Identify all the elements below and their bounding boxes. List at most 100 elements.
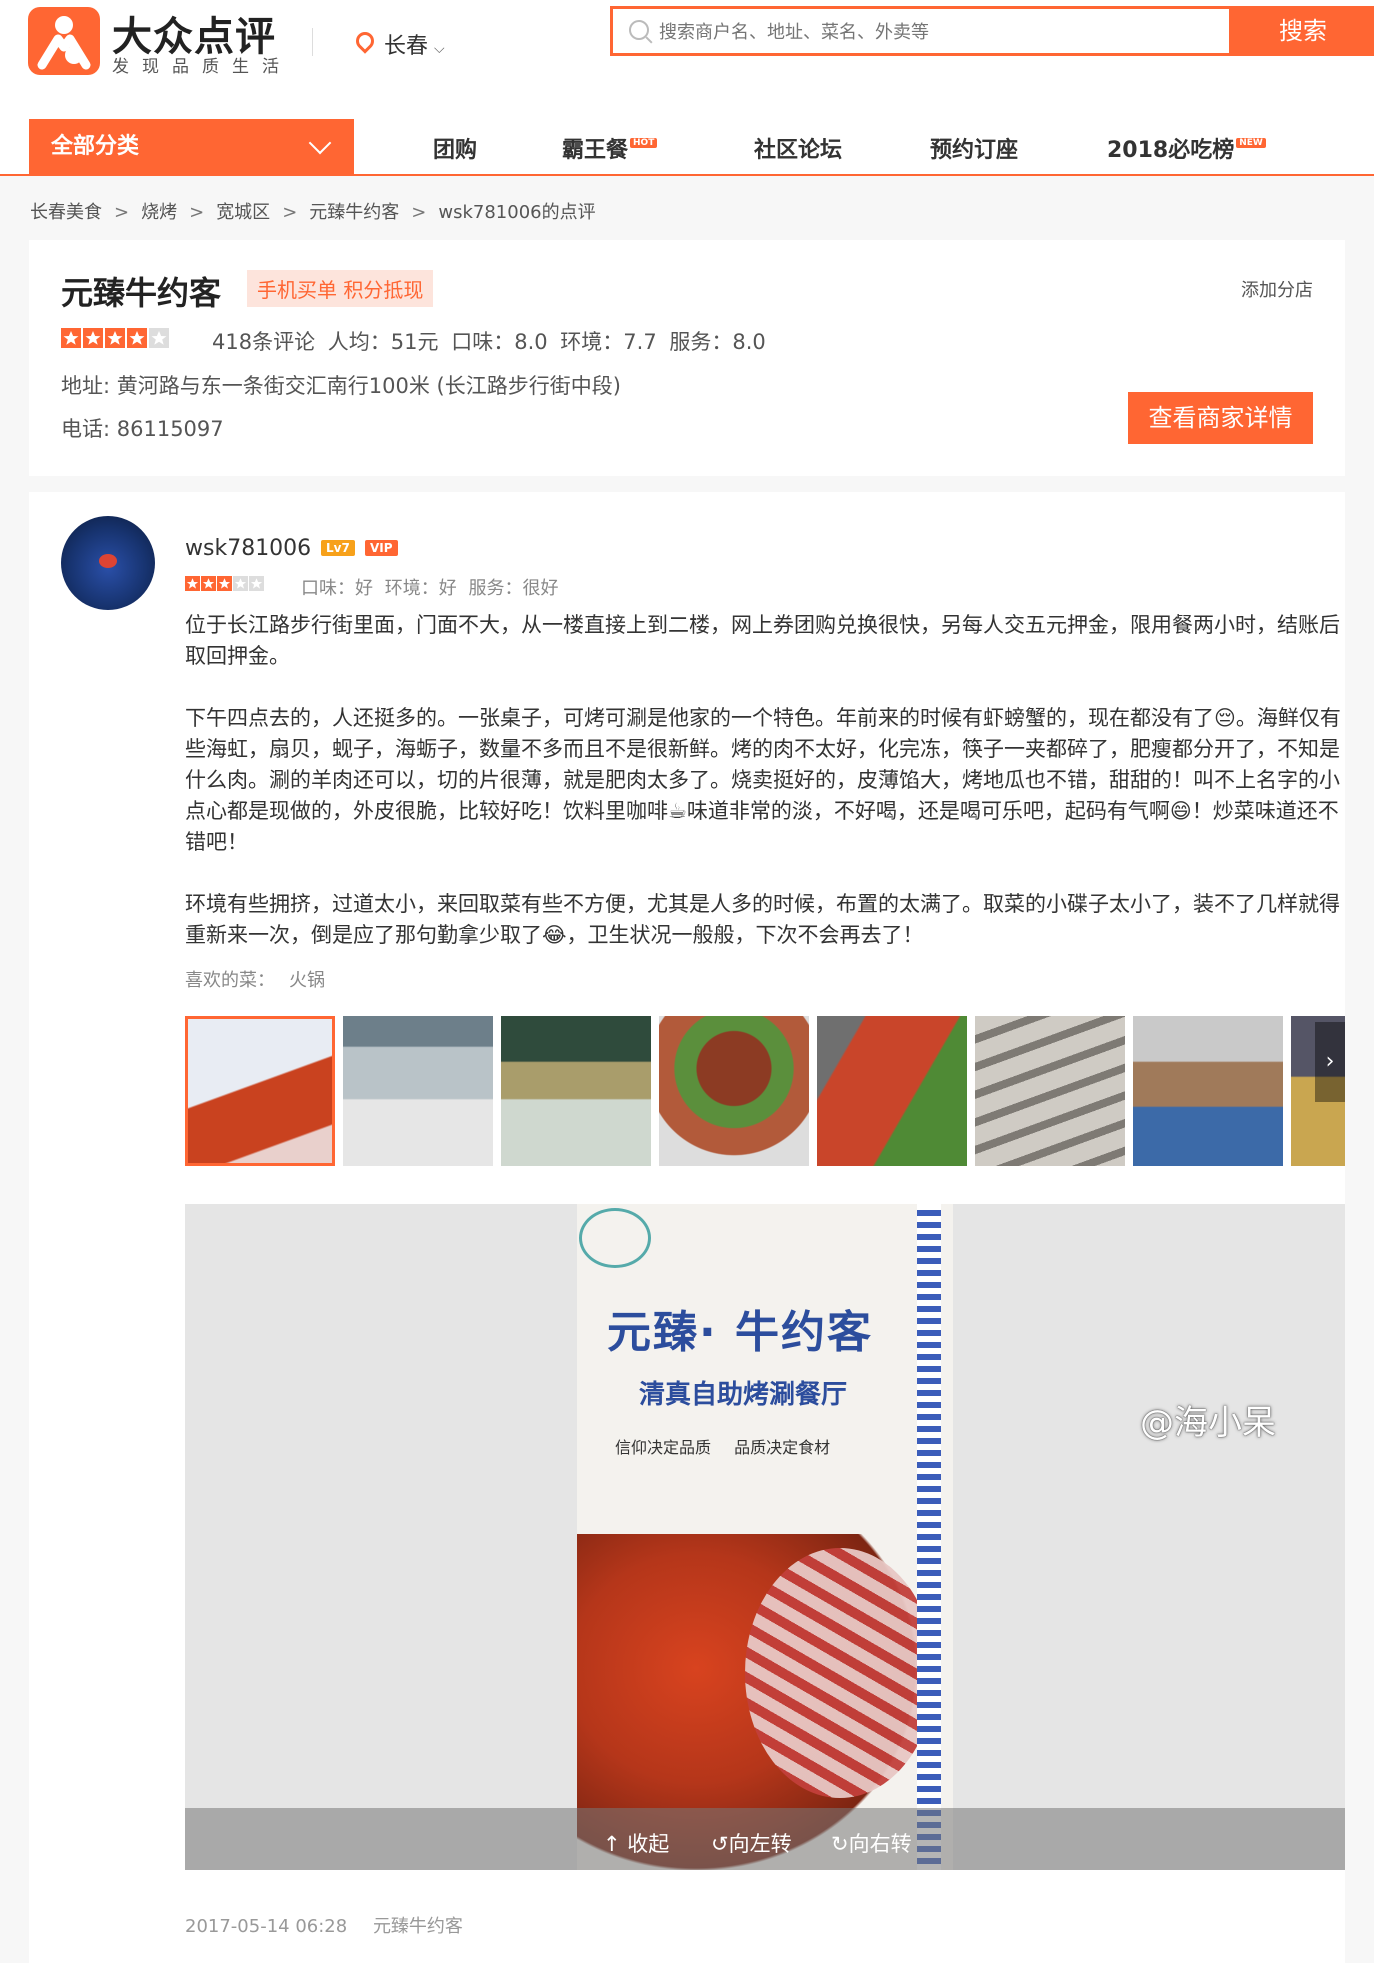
photo-thumbnails xyxy=(185,1016,1345,1166)
star-filled-icon xyxy=(217,576,232,591)
nav-label: 团购 xyxy=(433,138,478,163)
collapse-button[interactable]: ↑ 收起 xyxy=(603,1828,669,1858)
shop-name[interactable]: 元臻牛约客 xyxy=(61,268,221,314)
main-nav: 全部分类 团购 霸王餐 HOT 社区论坛 预约订座 2018必吃榜 NEW xyxy=(0,118,1374,176)
chevron-right-icon[interactable]: › xyxy=(1315,1022,1345,1102)
review-date: 2017-05-14 06:28 xyxy=(185,1916,348,1937)
liked-dishes: 喜欢的菜： 火锅 xyxy=(185,966,325,992)
star-filled-icon xyxy=(201,576,216,591)
shop-promo-tag: 手机买单 积分抵现 xyxy=(247,270,434,307)
search-icon xyxy=(629,20,649,40)
rotate-left-icon: ↺ xyxy=(711,1832,729,1856)
rotate-right-label: 向右转 xyxy=(848,1832,912,1856)
breadcrumb-link[interactable]: 宽城区 xyxy=(216,202,270,223)
nav-label: 霸王餐 xyxy=(562,138,629,163)
shop-phone: 电话: 86115097 xyxy=(61,417,224,441)
rotate-left-button[interactable]: ↺向左转 xyxy=(711,1828,792,1858)
vip-badge: VIP xyxy=(365,540,398,556)
poster-title: 元臻· 牛约客 xyxy=(607,1307,874,1358)
liked-dish[interactable]: 火锅 xyxy=(289,970,325,991)
chevron-down-icon: ⌵ xyxy=(434,41,445,57)
nav-label: 预约订座 xyxy=(930,138,1019,163)
view-shop-details-button[interactable]: 查看商家详情 xyxy=(1128,392,1313,444)
nav-item-forum[interactable]: 社区论坛 xyxy=(754,132,842,164)
breadcrumb-current: wsk781006的点评 xyxy=(438,202,596,223)
decorative-border xyxy=(917,1204,941,1870)
avatar[interactable] xyxy=(61,516,155,610)
thumbnail-photo[interactable] xyxy=(817,1016,967,1166)
breadcrumb-separator: > xyxy=(411,202,427,223)
restaurant-logo-icon xyxy=(579,1208,651,1268)
env-score: 环境：7.7 xyxy=(560,330,657,354)
poster-subtitle: 清真自助烤涮餐厅 xyxy=(639,1380,848,1410)
reviewer-name[interactable]: wsk781006 xyxy=(185,536,311,561)
logo-icon[interactable] xyxy=(28,7,100,75)
thumbnail-photo[interactable] xyxy=(343,1016,493,1166)
nav-label: 2018必吃榜 xyxy=(1107,138,1235,163)
review-text: 位于长江路步行街里面，门面不大，从一楼直接上到二楼，网上券团购兑换很快，另每人交… xyxy=(185,610,1345,982)
search-box xyxy=(610,6,1232,56)
thumbnail-photo[interactable] xyxy=(185,1016,335,1166)
breadcrumb-link[interactable]: 长春美食 xyxy=(30,202,102,223)
breadcrumb-link[interactable]: 烧烤 xyxy=(141,202,177,223)
photo-image: 元臻· 牛约客 清真自助烤涮餐厅 信仰决定品质 品质决定食材 xyxy=(577,1204,953,1870)
star-filled-icon xyxy=(105,328,125,348)
avg-price: 人均：51元 xyxy=(327,330,439,354)
review-paragraph: 下午四点去的，人还挺多的。一张桌子，可烤可涮是他家的一个特色。年前来的时候有虾螃… xyxy=(185,706,1341,854)
review-meta: 2017-05-14 06:28 元臻牛约客 xyxy=(185,1912,483,1938)
review-shop-link[interactable]: 元臻牛约客 xyxy=(373,1916,463,1937)
star-filled-icon xyxy=(127,328,147,348)
breadcrumb-separator: > xyxy=(189,202,205,223)
nav-item-must-eat-2018[interactable]: 2018必吃榜 NEW xyxy=(1107,132,1266,164)
breadcrumb-link[interactable]: 元臻牛约客 xyxy=(309,202,399,223)
review-count[interactable]: 418条评论 xyxy=(212,330,315,354)
all-categories-label: 全部分类 xyxy=(51,134,140,159)
city-selector[interactable]: 长春 ⌵ xyxy=(352,28,445,60)
taste-score: 口味：8.0 xyxy=(451,330,548,354)
search-button[interactable]: 搜索 xyxy=(1232,6,1374,56)
review-paragraph: 位于长江路步行街里面，门面不大，从一楼直接上到二楼，网上券团购兑换很快，另每人交… xyxy=(185,613,1340,668)
shop-address: 地址: 黄河路与东一条街交汇南行100米 (长江路步行街中段) xyxy=(61,374,621,398)
thumbnail-photo[interactable] xyxy=(1133,1016,1283,1166)
thumbnail-photo[interactable] xyxy=(501,1016,651,1166)
divider xyxy=(312,28,313,56)
review-paragraph: 环境有些拥挤，过道太小，来回取菜有些不方便，尤其是人多的时候，布置的太满了。取菜… xyxy=(185,892,1340,947)
level-badge: Lv7 xyxy=(321,540,355,556)
review-card: wsk781006 Lv7 VIP 口味：好 环境：好 服务：很好 位于长江路步… xyxy=(29,492,1345,1963)
location-pin-icon xyxy=(352,28,378,54)
star-empty-icon xyxy=(249,576,264,591)
poster-slogan: 信仰决定品质 品质决定食材 xyxy=(615,1438,831,1457)
enlarged-photo: 元臻· 牛约客 清真自助烤涮餐厅 信仰决定品质 品质决定食材 ↑ 收起 ↺向左转… xyxy=(185,1204,1345,1870)
liked-label: 喜欢的菜： xyxy=(185,970,275,991)
new-badge: NEW xyxy=(1236,138,1266,148)
all-categories-menu[interactable]: 全部分类 xyxy=(29,119,354,174)
meat-plate-image xyxy=(745,1548,935,1798)
nav-item-reservation[interactable]: 预约订座 xyxy=(930,132,1018,164)
star-filled-icon xyxy=(61,328,81,348)
chevron-down-icon xyxy=(308,131,332,155)
shop-rating-stars xyxy=(61,328,169,348)
thumbnail-photo[interactable] xyxy=(975,1016,1125,1166)
rotate-right-button[interactable]: ↻向右转 xyxy=(831,1828,912,1858)
thumbnail-photo[interactable] xyxy=(659,1016,809,1166)
nav-item-tuangou[interactable]: 团购 xyxy=(433,132,477,164)
star-empty-icon xyxy=(149,328,169,348)
top-header: 大众点评 发现品质生活 长春⌵ 搜索 全部分类 团购 霸王餐HOT 社区论坛 预… xyxy=(0,0,1374,176)
star-filled-icon xyxy=(185,576,200,591)
nav-item-bawangcan[interactable]: 霸王餐 HOT xyxy=(562,132,658,164)
shop-info-card: 元臻牛约客 手机买单 积分抵现 添加分店 418条评论 人均：51元 口味：8.… xyxy=(29,240,1345,476)
search-input[interactable] xyxy=(657,15,1221,49)
avatar-image xyxy=(99,554,117,568)
arrow-up-icon: ↑ xyxy=(603,1832,621,1856)
star-filled-icon xyxy=(83,328,103,348)
photo-toolbar: ↑ 收起 ↺向左转 ↻向右转 xyxy=(185,1808,1345,1870)
breadcrumb-separator: > xyxy=(114,202,130,223)
collapse-label: 收起 xyxy=(627,1832,670,1856)
breadcrumb-separator: > xyxy=(282,202,298,223)
review-scores: 口味：好 环境：好 服务：很好 xyxy=(301,578,559,599)
star-empty-icon xyxy=(233,576,248,591)
shop-stats: 418条评论 人均：51元 口味：8.0 环境：7.7 服务：8.0 xyxy=(212,326,766,356)
add-branch-link[interactable]: 添加分店 xyxy=(1241,276,1313,302)
weibo-watermark: @海小呆 xyxy=(1140,1403,1276,1443)
review-rating-stars xyxy=(185,576,264,591)
